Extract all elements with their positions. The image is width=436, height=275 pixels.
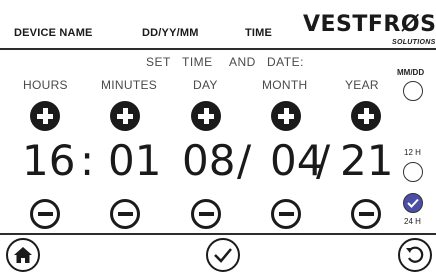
home-button[interactable] (6, 238, 40, 272)
time-separator: : (80, 136, 95, 185)
header-divider (0, 48, 436, 50)
month-increment-button[interactable] (271, 101, 301, 131)
minus-icon (358, 212, 374, 216)
confirm-button[interactable] (206, 238, 240, 272)
minutes-decrement-button[interactable] (110, 199, 140, 229)
time-label: TIME (245, 27, 273, 39)
plus-icon-stem (203, 108, 209, 124)
back-arrow-icon (406, 246, 424, 263)
minus-icon (278, 212, 294, 216)
date-word: DATE: (267, 55, 304, 69)
12h-option-label: 12 H (404, 148, 421, 157)
minus-icon (37, 212, 53, 216)
date-separator-2: / (316, 136, 331, 185)
date-separator-1: / (237, 136, 252, 185)
year-value: 21 (340, 136, 394, 185)
hours-value: 16 (22, 136, 76, 185)
mmdd-radio[interactable] (403, 81, 423, 101)
12h-radio[interactable] (403, 162, 423, 182)
brand-logo: VESTFRØST (303, 12, 436, 37)
minutes-increment-button[interactable] (110, 101, 140, 131)
minutes-label: MINUTES (101, 78, 158, 92)
hours-label: HOURS (23, 78, 68, 92)
minus-icon (117, 212, 133, 216)
plus-icon-stem (283, 108, 289, 124)
year-decrement-button[interactable] (351, 199, 381, 229)
plus-icon-stem (122, 108, 128, 124)
back-button[interactable] (398, 238, 432, 272)
plus-icon-stem (42, 108, 48, 124)
checkmark-icon (214, 248, 232, 263)
device-name-label: DEVICE NAME (14, 27, 93, 39)
time-word: TIME (182, 55, 213, 69)
month-label: MONTH (262, 78, 308, 92)
brand-logo-subtitle: SOLUTIONS (392, 39, 436, 46)
hours-decrement-button[interactable] (30, 199, 60, 229)
year-increment-button[interactable] (351, 101, 381, 131)
24h-radio[interactable] (403, 193, 423, 213)
minus-icon (198, 212, 214, 216)
and-word: AND (229, 55, 256, 69)
date-format-label: DD/YY/MM (142, 27, 199, 39)
month-decrement-button[interactable] (271, 199, 301, 229)
hours-increment-button[interactable] (30, 101, 60, 131)
year-label: YEAR (345, 78, 379, 92)
mmdd-option-label: MM/DD (397, 68, 425, 77)
plus-icon-stem (363, 108, 369, 124)
set-word: SET (146, 55, 171, 69)
day-value: 08 (182, 136, 236, 185)
home-icon (14, 247, 32, 263)
day-decrement-button[interactable] (191, 199, 221, 229)
minutes-value: 01 (108, 136, 162, 185)
day-label: DAY (193, 78, 218, 92)
footer-divider (0, 233, 436, 235)
24h-option-label: 24 H (404, 217, 421, 226)
checkmark-icon (407, 198, 419, 208)
day-increment-button[interactable] (191, 101, 221, 131)
